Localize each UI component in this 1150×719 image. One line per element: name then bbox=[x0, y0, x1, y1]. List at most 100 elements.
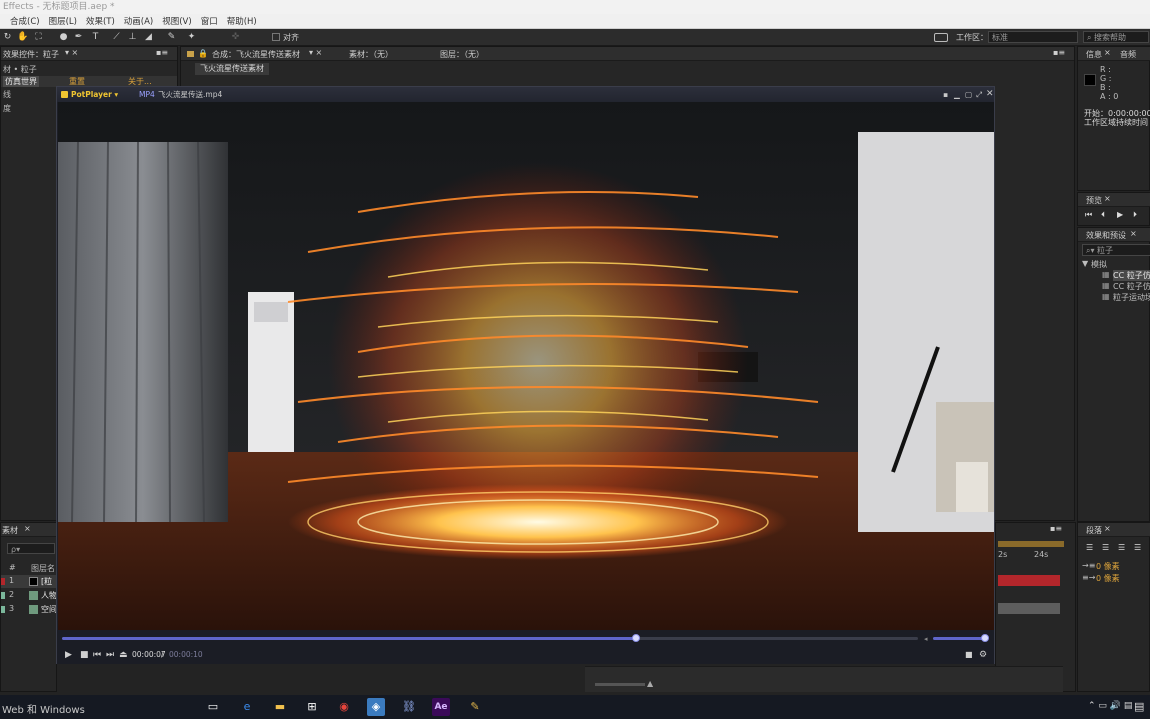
stop-icon[interactable]: ■ bbox=[80, 650, 89, 660]
lock-icon[interactable]: 🔒 bbox=[198, 49, 208, 58]
preset-item-3[interactable]: 粒子运动场 bbox=[1113, 292, 1150, 303]
previous-icon[interactable]: ⏮ bbox=[93, 650, 101, 660]
previous-frame-icon[interactable]: ⏴ bbox=[1101, 210, 1105, 220]
menu-item-view[interactable]: 视图(V) bbox=[162, 15, 191, 27]
video-frame[interactable] bbox=[58, 102, 994, 630]
menu-item-animation[interactable]: 动画(A) bbox=[124, 15, 153, 27]
preset-item-1[interactable]: CC 粒子仿 bbox=[1113, 270, 1150, 281]
puppet-tool-icon[interactable]: ✦ bbox=[186, 32, 197, 43]
maximize-icon[interactable]: ▢ bbox=[965, 87, 972, 102]
composition-subtab[interactable]: 飞火流星传送素材 bbox=[195, 63, 269, 75]
composition-tab-close-icon[interactable]: ▾ × bbox=[309, 48, 322, 57]
settings-gear-icon[interactable]: ⚙ bbox=[979, 650, 987, 660]
help-search-input[interactable]: ⌕ 搜索帮助 bbox=[1083, 31, 1149, 43]
info-tab-close-icon[interactable]: × bbox=[1104, 48, 1111, 57]
hand-tool-icon[interactable]: ✋ bbox=[17, 32, 28, 43]
clone-stamp-tool-icon[interactable]: ⊥ bbox=[127, 32, 138, 43]
brush-tool-icon[interactable]: ⟋ bbox=[111, 32, 122, 43]
timeline-tab-close-icon[interactable]: × bbox=[24, 524, 31, 533]
workspace-icon[interactable] bbox=[934, 33, 948, 42]
align-center-icon[interactable]: ☰ bbox=[1102, 543, 1109, 552]
table-row[interactable]: 3 空间 bbox=[1, 603, 57, 616]
effect-property-2[interactable]: 度 bbox=[3, 103, 11, 114]
after-effects-icon[interactable]: Ae bbox=[432, 698, 450, 716]
pin-icon[interactable]: ▪ bbox=[943, 87, 948, 102]
paragraph-tab-close-icon[interactable]: × bbox=[1104, 524, 1111, 533]
layer-color-label[interactable] bbox=[1, 592, 5, 599]
table-row[interactable]: 2 人物 bbox=[1, 589, 57, 602]
menu-item-composition[interactable]: 合成(C) bbox=[10, 15, 40, 27]
info-tab[interactable]: 信息 bbox=[1086, 49, 1102, 60]
text-tool-icon[interactable]: T bbox=[90, 32, 101, 43]
composition-panel-menu-icon[interactable]: ▪≡ bbox=[1053, 48, 1065, 57]
next-frame-icon[interactable]: ⏵ bbox=[1133, 210, 1137, 220]
layer-search-input[interactable]: ρ▾ bbox=[7, 543, 55, 554]
audio-tab[interactable]: 音频 bbox=[1120, 49, 1136, 60]
seek-knob[interactable] bbox=[631, 634, 640, 642]
timeline-panel-menu-icon[interactable]: ▪≡ bbox=[1050, 524, 1062, 533]
workspace-select[interactable]: 标准 bbox=[988, 31, 1078, 43]
store-icon[interactable]: ⊞ bbox=[303, 698, 321, 716]
layer-name[interactable]: [粒 bbox=[41, 576, 52, 587]
rotate-tool-icon[interactable]: ↻ bbox=[2, 32, 13, 43]
volume-icon[interactable]: ◂ bbox=[924, 635, 928, 643]
timeline-zoom-slider[interactable] bbox=[595, 683, 645, 686]
pen-tool-icon[interactable]: ✒ bbox=[73, 32, 84, 43]
snap-checkbox[interactable] bbox=[272, 33, 280, 41]
layer-bar-footage[interactable] bbox=[998, 603, 1060, 614]
network-app-icon[interactable]: ◈ bbox=[367, 698, 385, 716]
layer-color-label[interactable] bbox=[1, 578, 5, 585]
work-area-bar[interactable] bbox=[998, 541, 1064, 547]
menu-item-window[interactable]: 窗口 bbox=[201, 15, 218, 27]
layer-name[interactable]: 空间 bbox=[41, 604, 57, 615]
menu-item-effect[interactable]: 效果(T) bbox=[86, 15, 115, 27]
effect-item-label[interactable]: 仿真世界 bbox=[3, 76, 39, 87]
potplayer-brand-menu[interactable]: PotPlayer ▾ bbox=[71, 87, 118, 102]
play-icon[interactable]: ▶ bbox=[65, 650, 72, 660]
close-icon[interactable]: ▾ × bbox=[65, 48, 78, 57]
preview-tab[interactable]: 预览 bbox=[1086, 195, 1102, 206]
close-icon[interactable]: ✕ bbox=[986, 87, 994, 102]
footage-tab[interactable]: 素材：（无） bbox=[349, 49, 393, 60]
volume-knob[interactable] bbox=[981, 634, 989, 642]
tool-app-icon[interactable]: ✎ bbox=[466, 698, 484, 716]
seek-bar[interactable] bbox=[62, 637, 918, 640]
timeline-tab[interactable]: 素材 bbox=[2, 525, 18, 536]
chrome-icon[interactable]: ◉ bbox=[335, 698, 353, 716]
eject-icon[interactable]: ⏏ bbox=[119, 650, 128, 660]
category-label[interactable]: 模拟 bbox=[1091, 259, 1107, 270]
roto-brush-tool-icon[interactable]: ✎ bbox=[166, 32, 177, 43]
minimize-icon[interactable]: ▁ bbox=[954, 87, 960, 102]
menu-item-help[interactable]: 帮助(H) bbox=[227, 15, 257, 27]
preset-item-2[interactable]: CC 粒子仿 bbox=[1113, 281, 1150, 292]
effect-controls-tab[interactable]: 效果控件：粒子 bbox=[3, 49, 59, 60]
task-view-icon[interactable]: ▭ bbox=[204, 698, 222, 716]
taskbar-search-text[interactable]: Web 和 Windows bbox=[2, 701, 85, 716]
menu-item-layer[interactable]: 图层(L) bbox=[49, 15, 77, 27]
align-right-icon[interactable]: ☰ bbox=[1118, 543, 1125, 552]
system-tray-icons[interactable]: ⌃ ▭ 🔊 ▤ bbox=[1088, 701, 1132, 711]
volume-slider[interactable] bbox=[933, 637, 985, 640]
justify-icon[interactable]: ☰ bbox=[1134, 543, 1141, 552]
camera-tool-icon[interactable]: ⛶ bbox=[33, 32, 44, 43]
edge-browser-icon[interactable]: e bbox=[238, 698, 256, 716]
panel-menu-icon[interactable]: ▪≡ bbox=[156, 48, 168, 57]
table-row[interactable]: 1 [粒 bbox=[1, 575, 57, 588]
effects-presets-tab[interactable]: 效果和预设 bbox=[1086, 230, 1126, 241]
category-expand-icon[interactable]: ▼ bbox=[1082, 259, 1088, 268]
shape-tool-icon[interactable]: ● bbox=[58, 32, 69, 43]
fullscreen-icon[interactable]: ⤢ bbox=[976, 87, 982, 102]
file-explorer-icon[interactable]: ▬ bbox=[271, 698, 289, 716]
app-icon[interactable]: ⛓ bbox=[400, 698, 418, 716]
align-left-icon[interactable]: ☰ bbox=[1086, 543, 1093, 552]
layer-name[interactable]: 人物 bbox=[41, 590, 57, 601]
paragraph-tab[interactable]: 段落 bbox=[1086, 525, 1102, 536]
next-icon[interactable]: ⏭ bbox=[106, 650, 114, 660]
effect-property-1[interactable]: 线 bbox=[3, 89, 11, 100]
layer-bar-particles[interactable] bbox=[998, 575, 1060, 586]
layer-tab[interactable]: 图层：（无） bbox=[440, 49, 484, 60]
indent-left-value[interactable]: 0 像素 bbox=[1096, 561, 1120, 572]
composition-tab[interactable]: 合成：飞火流星传送素材 bbox=[212, 49, 300, 60]
layer-name-header[interactable]: 图层名 bbox=[31, 563, 55, 574]
first-frame-icon[interactable]: ⏮ bbox=[1085, 210, 1092, 220]
